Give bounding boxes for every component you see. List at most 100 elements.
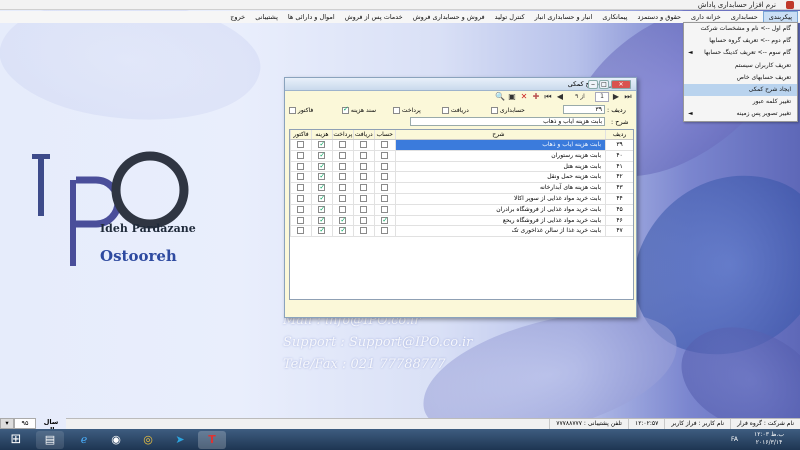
start-icon[interactable]: ⊞ bbox=[2, 431, 30, 449]
close-icon[interactable]: ✕ bbox=[611, 80, 631, 89]
ie-icon[interactable]: ℯ bbox=[70, 431, 98, 449]
dropdown-item-4[interactable]: تعریف حسابهای خاص bbox=[684, 72, 797, 84]
add-icon[interactable]: ✚ bbox=[531, 92, 541, 102]
menu-item-7[interactable]: فروش و حسابداری فروش bbox=[408, 11, 490, 23]
row-checkbox[interactable] bbox=[381, 151, 389, 159]
prev-record-icon[interactable]: ▶ bbox=[611, 92, 621, 102]
row-checkbox[interactable] bbox=[381, 216, 389, 225]
next-record-icon[interactable]: ◀ bbox=[555, 92, 565, 102]
row-checkbox[interactable] bbox=[339, 194, 347, 202]
row-checkbox[interactable] bbox=[339, 173, 347, 181]
save-icon[interactable]: ▣ bbox=[507, 92, 517, 102]
row-checkbox[interactable] bbox=[297, 227, 305, 235]
telegram-icon[interactable]: ➤ bbox=[166, 431, 194, 449]
table-row[interactable]: ۴۳ بابت هزینه های آبدارخانه bbox=[290, 183, 633, 194]
menu-item-4[interactable]: پیمانکاری bbox=[597, 11, 632, 23]
expense-checkbox[interactable] bbox=[342, 105, 349, 114]
check-payment[interactable]: پرداخت bbox=[393, 107, 421, 114]
menu-item-9[interactable]: اموال و دارائی ها bbox=[283, 11, 340, 23]
language-indicator[interactable]: FA bbox=[731, 436, 738, 444]
row-checkbox[interactable] bbox=[318, 226, 326, 236]
row-checkbox[interactable] bbox=[360, 141, 368, 148]
year-value[interactable]: ۹۵ bbox=[14, 418, 36, 429]
dropdown-item-2[interactable]: گام سوم --> تعریف کدینگ حسابها ◄ bbox=[684, 47, 797, 59]
row-checkbox[interactable] bbox=[339, 216, 347, 225]
maximize-icon[interactable]: □ bbox=[599, 80, 609, 89]
explorer-icon[interactable]: ▤ bbox=[36, 431, 64, 449]
table-row[interactable]: ۴۰ بابت هزینه رستوران bbox=[290, 150, 633, 162]
menu-item-6[interactable]: کنترل تولید bbox=[490, 11, 530, 23]
menu-item-11[interactable]: خروج bbox=[225, 11, 250, 23]
table-row[interactable]: ۴۵ بابت خرید مواد غذایی از فروشگاه برادرا… bbox=[290, 204, 633, 216]
menu-item-10[interactable]: پشتیبانی bbox=[250, 11, 283, 23]
row-checkbox[interactable] bbox=[381, 194, 389, 202]
row-checkbox[interactable] bbox=[318, 172, 326, 182]
table-row[interactable]: ۴۷ بابت خرید غذا از سالن غذاخوری تک bbox=[290, 226, 633, 238]
row-checkbox[interactable] bbox=[360, 205, 368, 213]
check-invoice[interactable]: فاکتور bbox=[289, 107, 313, 114]
row-checkbox[interactable] bbox=[297, 173, 305, 181]
table-row[interactable]: ۳۹ بابت هزینه ایاب و ذهاب bbox=[290, 140, 633, 151]
page-input[interactable]: 1 bbox=[595, 92, 609, 102]
row-checkbox[interactable] bbox=[381, 141, 389, 148]
search-icon[interactable]: 🔍 bbox=[495, 92, 505, 102]
year-dropdown-icon[interactable]: ▾ bbox=[0, 418, 14, 429]
dropdown-item-5[interactable]: ایجاد شرح کمکی bbox=[684, 83, 797, 97]
row-checkbox[interactable] bbox=[381, 184, 389, 192]
row-checkbox[interactable] bbox=[297, 151, 305, 159]
row-checkbox[interactable] bbox=[339, 205, 347, 213]
last-record-icon[interactable]: ⏮ bbox=[543, 92, 553, 102]
receipt-checkbox[interactable] bbox=[442, 107, 449, 114]
row-checkbox[interactable] bbox=[381, 173, 389, 181]
row-checkbox[interactable] bbox=[339, 162, 347, 170]
row-checkbox[interactable] bbox=[381, 162, 389, 170]
row-checkbox[interactable] bbox=[318, 194, 326, 204]
dropdown-item-3[interactable]: تعریف کاربران سیستم bbox=[684, 60, 797, 72]
code-field[interactable]: ۳۹ bbox=[563, 105, 605, 114]
row-checkbox[interactable] bbox=[381, 227, 389, 235]
row-checkbox[interactable] bbox=[297, 205, 305, 213]
table-row[interactable]: ۴۶ بابت خرید مواد غذایی از فروشگاه ریحع bbox=[290, 215, 633, 227]
desc-field[interactable]: بابت هزینه ایاب و ذهاب bbox=[410, 117, 605, 126]
menu-item-8[interactable]: خدمات پس از فروش bbox=[340, 11, 408, 23]
row-checkbox[interactable] bbox=[318, 162, 326, 171]
row-checkbox[interactable] bbox=[297, 184, 305, 192]
row-checkbox[interactable] bbox=[360, 162, 368, 170]
row-checkbox[interactable] bbox=[318, 205, 326, 215]
row-checkbox[interactable] bbox=[339, 184, 347, 192]
row-checkbox[interactable] bbox=[297, 216, 305, 224]
delete-icon[interactable]: ✕ bbox=[519, 92, 529, 102]
table-row[interactable]: ۴۴ بابت خرید مواد غذایی از سوپر اکالا bbox=[290, 193, 633, 205]
accounting-checkbox[interactable] bbox=[491, 107, 498, 114]
dropdown-item-0[interactable]: گام اول --> نام و مشخصات شرکت bbox=[684, 23, 797, 35]
row-checkbox[interactable] bbox=[339, 151, 347, 159]
row-checkbox[interactable] bbox=[360, 227, 368, 235]
table-row[interactable]: ۴۲ بابت هزینه حمل ونقل bbox=[290, 172, 633, 184]
first-record-icon[interactable]: ⏭ bbox=[623, 92, 633, 102]
check-accounting[interactable]: حسابداری bbox=[491, 107, 525, 114]
invoice-checkbox[interactable] bbox=[289, 107, 296, 114]
table-row[interactable]: ۴۱ بابت هزینه هتل bbox=[290, 161, 633, 173]
menu-item-5[interactable]: انبار و حسابداری انبار bbox=[530, 11, 598, 23]
row-checkbox[interactable] bbox=[360, 194, 368, 202]
row-checkbox[interactable] bbox=[318, 216, 326, 225]
menu-item-3[interactable]: حقوق و دستمزد bbox=[632, 11, 686, 23]
row-checkbox[interactable] bbox=[360, 173, 368, 181]
check-expense[interactable]: سند هزینه bbox=[342, 105, 376, 114]
dropdown-item-6[interactable]: تغییر کلمه عبور bbox=[684, 96, 797, 108]
minimize-icon[interactable]: ‒ bbox=[588, 80, 598, 89]
media-icon[interactable]: ◉ bbox=[102, 431, 130, 449]
row-checkbox[interactable] bbox=[339, 141, 347, 148]
row-checkbox[interactable] bbox=[360, 151, 368, 159]
chrome-icon[interactable]: ◎ bbox=[134, 431, 162, 449]
row-checkbox[interactable] bbox=[318, 140, 326, 150]
payment-checkbox[interactable] bbox=[393, 107, 400, 114]
app-task-icon[interactable]: T bbox=[198, 431, 226, 449]
dropdown-item-7[interactable]: تغییر تصویر پس زمینه ◄ bbox=[684, 108, 797, 120]
row-checkbox[interactable] bbox=[360, 216, 368, 224]
row-checkbox[interactable] bbox=[339, 226, 347, 236]
row-checkbox[interactable] bbox=[318, 151, 326, 161]
check-receipt[interactable]: دریافت bbox=[442, 107, 469, 114]
row-checkbox[interactable] bbox=[360, 184, 368, 192]
row-checkbox[interactable] bbox=[297, 141, 305, 148]
